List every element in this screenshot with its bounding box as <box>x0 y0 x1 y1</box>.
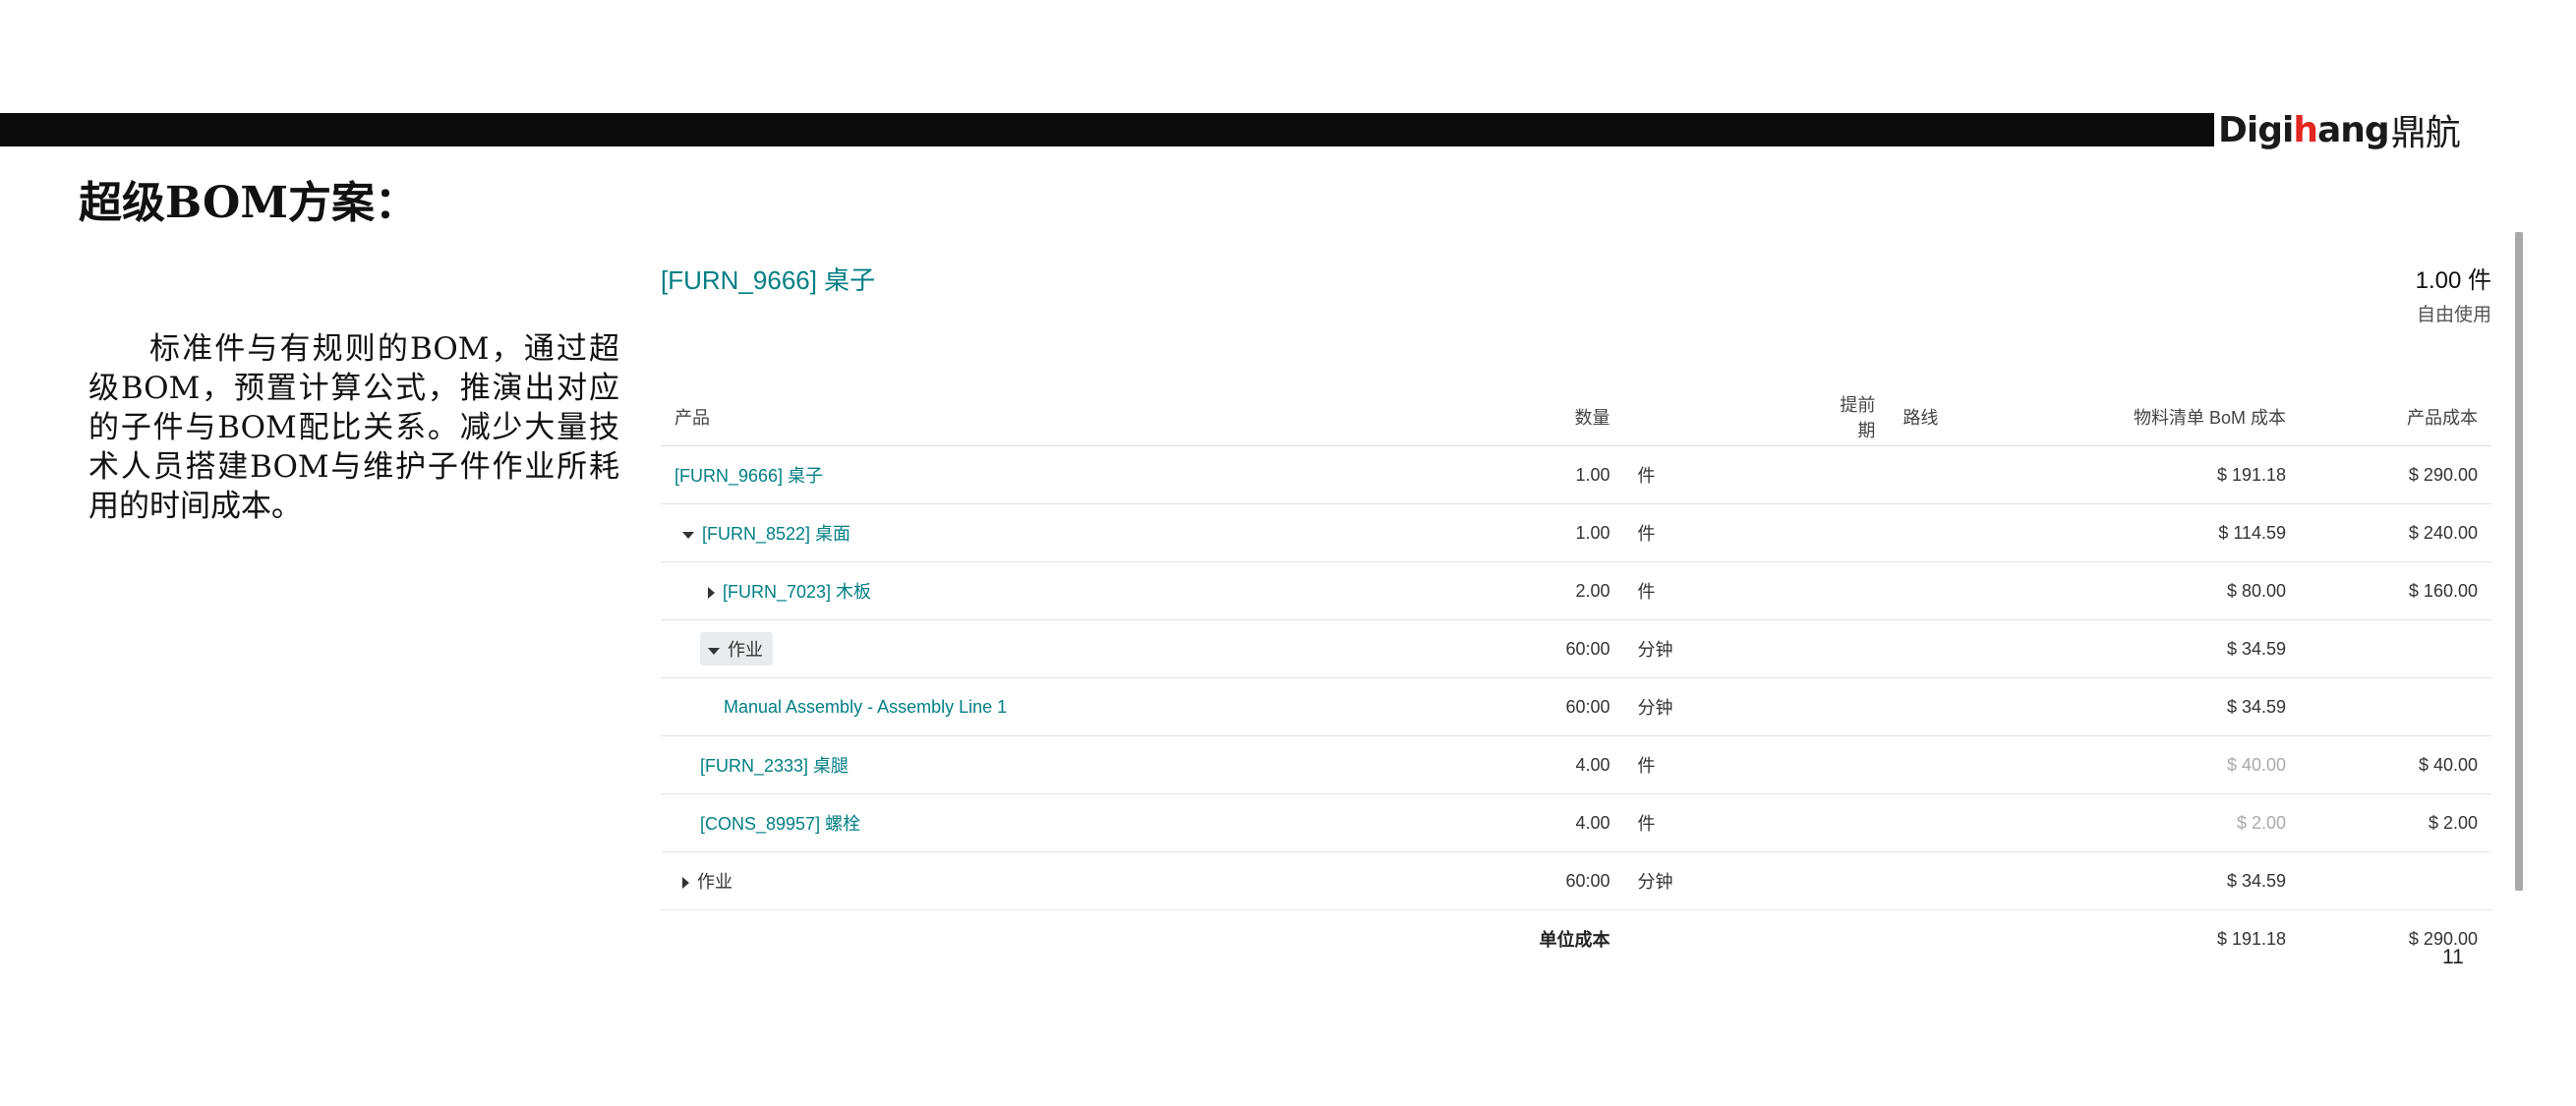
bom-cost-cell: $ 80.00 <box>2010 561 2301 620</box>
table-row: [FURN_9666] 桌子 1.00 件 $ 191.18 $ 290.00 <box>661 445 2491 504</box>
col-product-cost: 产品成本 <box>2300 388 2491 446</box>
table-row: [FURN_2333] 桌腿 4.00 件 $ 40.00 $ 40.00 <box>661 735 2491 794</box>
caret-right-icon[interactable] <box>708 587 715 600</box>
bom-cost-cell: $ 34.59 <box>2010 851 2301 910</box>
uom-cell: 分钟 <box>1623 677 1821 736</box>
slide-title: 超级BOM方案： <box>79 178 419 228</box>
header-bar <box>0 113 2214 146</box>
table-header-row: 产品 数量 提前期 路线 物料清单 BoM 成本 产品成本 <box>661 388 2491 446</box>
product-link[interactable]: [FURN_8522] 桌面 <box>702 524 850 544</box>
bom-cost-cell: $ 114.59 <box>2010 503 2301 562</box>
uom-cell: 件 <box>1623 793 1821 852</box>
table-row: [FURN_8522] 桌面 1.00 件 $ 114.59 $ 240.00 <box>661 503 2491 562</box>
operations-label[interactable]: 作业 <box>697 872 732 892</box>
product-cost-cell: $ 160.00 <box>2300 561 2491 620</box>
qty-cell: 60:00 <box>1525 851 1624 910</box>
uom-cell: 件 <box>1623 445 1821 504</box>
product-link[interactable]: [FURN_2333] 桌腿 <box>700 756 849 776</box>
table-row: Manual Assembly - Assembly Line 1 60:00 … <box>661 677 2491 736</box>
table-row: 作业 60:00 分钟 $ 34.59 <box>661 851 2491 910</box>
uom-cell: 分钟 <box>1623 851 1821 910</box>
uom-cell: 分钟 <box>1623 619 1821 678</box>
qty-cell: 1.00 <box>1525 503 1624 562</box>
bom-table: 产品 数量 提前期 路线 物料清单 BoM 成本 产品成本 [FURN_9666… <box>661 388 2491 967</box>
product-cost-cell: $ 2.00 <box>2300 793 2491 852</box>
scrollbar-thumb[interactable] <box>2515 232 2523 891</box>
bom-type: 自由使用 <box>2416 305 2491 325</box>
product-link[interactable]: [FURN_9666] 桌子 <box>674 466 823 486</box>
bom-cost-cell: $ 191.18 <box>2010 445 2301 504</box>
product-title-link[interactable]: [FURN_9666] 桌子 <box>661 261 875 297</box>
operations-toggle[interactable]: 作业 <box>700 632 773 666</box>
col-quantity: 数量 <box>1525 388 1624 446</box>
col-route: 路线 <box>1889 388 2011 446</box>
slide-description: 标准件与有规则的BOM，通过超级BOM，预置计算公式，推演出对应的子件与BOM配… <box>88 331 619 524</box>
qty-cell: 1.00 <box>1525 445 1624 504</box>
caret-down-icon <box>708 647 720 655</box>
qty-cell: 60:00 <box>1525 677 1624 736</box>
product-cost-cell <box>2300 851 2491 910</box>
bom-cost-cell: $ 34.59 <box>2010 619 2301 678</box>
page-number: 11 <box>2442 946 2464 968</box>
product-cost-cell <box>2300 677 2491 736</box>
caret-right-icon[interactable] <box>682 877 689 890</box>
bom-cost-cell: $ 34.59 <box>2010 677 2301 736</box>
qty-cell: 2.00 <box>1525 561 1624 620</box>
company-logo: Digi h ang 鼎航 <box>2218 109 2461 154</box>
product-cost-cell: $ 40.00 <box>2300 735 2491 794</box>
report-quantity: 1.00 件 <box>2415 267 2491 294</box>
product-cost-cell <box>2300 619 2491 678</box>
col-bom-cost: 物料清单 BoM 成本 <box>2010 388 2301 446</box>
bom-cost-cell: $ 2.00 <box>2010 793 2301 852</box>
col-uom <box>1623 388 1821 446</box>
uom-cell: 件 <box>1623 561 1821 620</box>
workcenter-link[interactable]: Manual Assembly - Assembly Line 1 <box>724 697 1007 717</box>
caret-down-icon[interactable] <box>682 531 694 539</box>
total-bom-cost: $ 191.18 <box>2216 928 2287 949</box>
product-cost-cell: $ 240.00 <box>2300 503 2491 562</box>
total-row: 单位成本 $ 191.18 $ 290.00 <box>661 910 2491 968</box>
bom-cost-cell: $ 40.00 <box>2010 735 2301 794</box>
uom-cell: 件 <box>1623 503 1821 562</box>
uom-cell: 件 <box>1623 735 1821 794</box>
table-row: [CONS_89957] 螺栓 4.00 件 $ 2.00 $ 2.00 <box>661 793 2491 852</box>
unit-cost-label: 单位成本 <box>1539 930 1610 950</box>
product-cost-cell: $ 290.00 <box>2300 445 2491 504</box>
qty-cell: 4.00 <box>1525 793 1624 852</box>
bom-cost-report: [FURN_9666] 桌子 1.00 件 自由使用 产品 数量 提前期 路线 … <box>661 241 2491 950</box>
table-row: 作业 60:00 分钟 $ 34.59 <box>661 619 2491 678</box>
product-link[interactable]: [CONS_89957] 螺栓 <box>700 814 860 834</box>
table-row: [FURN_7023] 木板 2.00 件 $ 80.00 $ 160.00 <box>661 561 2491 620</box>
qty-cell: 60:00 <box>1525 619 1624 678</box>
qty-cell: 4.00 <box>1525 735 1624 794</box>
product-link[interactable]: [FURN_7023] 木板 <box>723 582 871 602</box>
col-product: 产品 <box>661 388 1526 446</box>
col-lead-time: 提前期 <box>1820 388 1890 446</box>
